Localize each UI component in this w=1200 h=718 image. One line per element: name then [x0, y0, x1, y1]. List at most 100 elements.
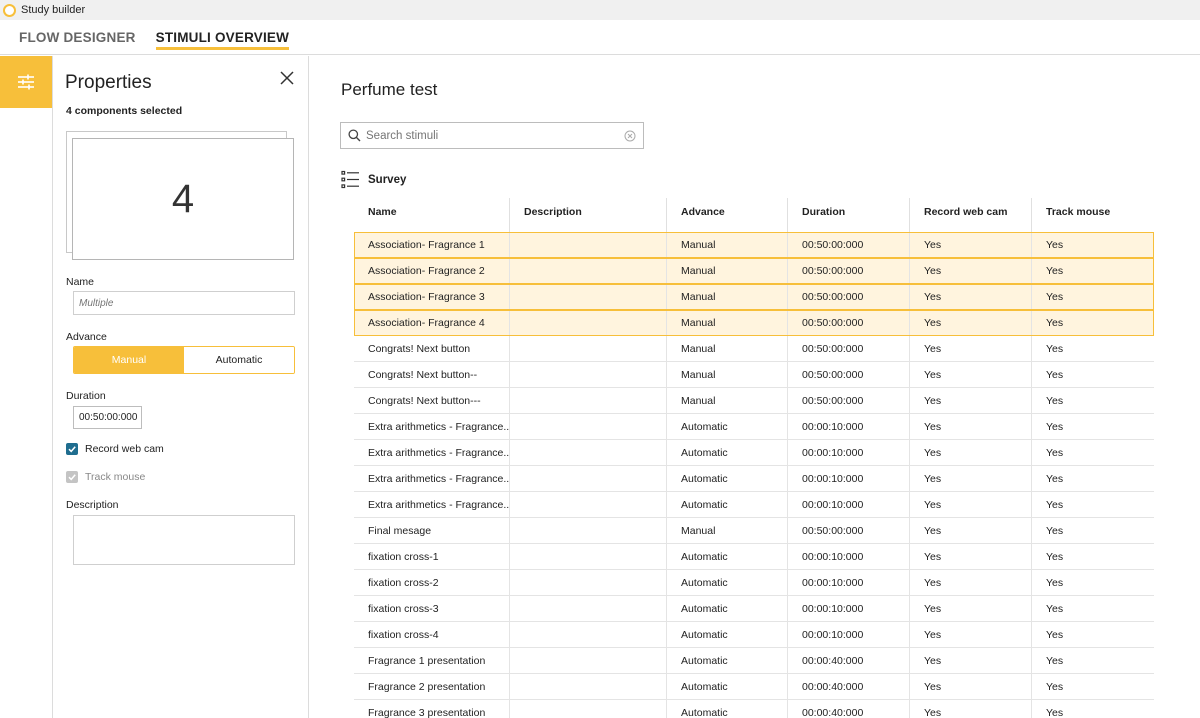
record-webcam-checkbox[interactable]: Record web cam: [66, 443, 164, 455]
cell-record-web-cam: Yes: [910, 362, 1032, 387]
cell-duration: 00:00:10:000: [788, 596, 910, 621]
top-nav: FLOW DESIGNER STIMULI OVERVIEW: [0, 20, 1200, 55]
cell-description: [510, 544, 667, 569]
cell-advance: Automatic: [667, 648, 788, 673]
table-row[interactable]: Extra arithmetics - Fragrance... Automati…: [354, 492, 1154, 518]
cell-track-mouse: Yes: [1046, 602, 1064, 615]
duration-label: Duration: [66, 390, 106, 402]
table-row[interactable]: Fragrance 1 presentation Automatic 00:00:4…: [354, 648, 1154, 674]
clear-search-icon[interactable]: [624, 130, 636, 142]
cell-advance: Manual: [667, 310, 788, 335]
cell-record-web-cam: Yes: [910, 284, 1032, 309]
table-row[interactable]: Association- Fragrance 2 Manual 00:50:00:0…: [354, 258, 1154, 284]
cell-track-mouse: Yes: [1046, 654, 1064, 667]
column-header-record-web-cam[interactable]: Record web cam: [910, 198, 1032, 232]
cell-duration: 00:50:00:000: [788, 518, 910, 543]
table-row[interactable]: Association- Fragrance 4 Manual 00:50:00:0…: [354, 310, 1154, 336]
cell-duration: 00:00:40:000: [788, 648, 910, 673]
tab-stimuli-overview[interactable]: STIMULI OVERVIEW: [155, 30, 290, 54]
table-row[interactable]: Congrats! Next button--- Manual 00:50:00:0…: [354, 388, 1154, 414]
table-row[interactable]: Association- Fragrance 3 Manual 00:50:00:0…: [354, 284, 1154, 310]
column-header-track-mouse[interactable]: Track mouse: [1032, 198, 1154, 232]
cell-advance: Automatic: [667, 700, 788, 718]
tab-flow-designer[interactable]: FLOW DESIGNER: [19, 30, 136, 54]
cell-duration: 00:50:00:000: [788, 284, 910, 309]
cell-advance: Automatic: [667, 414, 788, 439]
cell-advance: Automatic: [667, 596, 788, 621]
cell-description: [510, 388, 667, 413]
cell-track-mouse: Yes: [1046, 680, 1064, 693]
table-row[interactable]: Fragrance 3 presentation Automatic 00:00:4…: [354, 700, 1154, 718]
table-row[interactable]: Extra arithmetics - Fragrance... Automati…: [354, 440, 1154, 466]
table-row[interactable]: fixation cross-1 Automatic 00:00:10:000 Yes…: [354, 544, 1154, 570]
advance-automatic-option[interactable]: Automatic: [184, 347, 294, 373]
cell-advance: Automatic: [667, 466, 788, 491]
table-header: Name Description Advance Duration Record…: [354, 198, 1154, 232]
table-row[interactable]: Extra arithmetics - Fragrance... Automati…: [354, 466, 1154, 492]
cell-duration: 00:00:40:000: [788, 700, 910, 718]
cell-duration: 00:00:10:000: [788, 440, 910, 465]
cell-record-web-cam: Yes: [910, 518, 1032, 543]
cell-advance: Automatic: [667, 622, 788, 647]
properties-toggle-button[interactable]: [0, 56, 52, 108]
cell-name: Extra arithmetics - Fragrance...: [354, 414, 510, 439]
cell-description: [510, 284, 667, 309]
name-label: Name: [66, 276, 95, 288]
table-row[interactable]: Extra arithmetics - Fragrance... Automati…: [354, 414, 1154, 440]
cell-name: Fragrance 2 presentation: [354, 674, 510, 699]
table-row[interactable]: fixation cross-3 Automatic 00:00:10:000 Yes…: [354, 596, 1154, 622]
cell-record-web-cam: Yes: [910, 596, 1032, 621]
cell-track-mouse: Yes: [1046, 550, 1064, 563]
cell-record-web-cam: Yes: [910, 414, 1032, 439]
table-row[interactable]: Congrats! Next button Manual 00:50:00:000 Y…: [354, 336, 1154, 362]
name-field[interactable]: [73, 291, 295, 315]
cell-description: [510, 232, 667, 257]
advance-toggle: Manual Automatic: [73, 346, 295, 374]
properties-panel: Properties 4 components selected 4 Name …: [53, 56, 309, 718]
table-row[interactable]: Fragrance 2 presentation Automatic 00:00:4…: [354, 674, 1154, 700]
cell-name: Association- Fragrance 3: [354, 284, 510, 309]
cell-record-web-cam: Yes: [910, 258, 1032, 283]
cell-track-mouse: Yes: [1046, 316, 1064, 329]
cell-track-mouse: Yes: [1046, 238, 1064, 251]
track-mouse-label: Track mouse: [85, 471, 146, 483]
table-row[interactable]: Association- Fragrance 1 Manual 00:50:00:0…: [354, 232, 1154, 258]
cell-record-web-cam: Yes: [910, 336, 1032, 361]
cell-record-web-cam: Yes: [910, 544, 1032, 569]
selected-count-number: 4: [171, 176, 195, 221]
search-input[interactable]: [366, 129, 616, 142]
cell-track-mouse: Yes: [1046, 368, 1064, 381]
search-icon: [348, 129, 361, 142]
close-properties-button[interactable]: [277, 68, 297, 88]
description-label: Description: [66, 499, 119, 511]
record-webcam-label: Record web cam: [85, 443, 164, 455]
section-title: Survey: [368, 173, 407, 186]
table-row[interactable]: Congrats! Next button-- Manual 00:50:00:00…: [354, 362, 1154, 388]
advance-manual-option[interactable]: Manual: [74, 347, 184, 373]
cell-advance: Automatic: [667, 544, 788, 569]
cell-advance: Automatic: [667, 674, 788, 699]
table-row[interactable]: Final mesage Manual 00:50:00:000 Yes Yes: [354, 518, 1154, 544]
column-header-advance[interactable]: Advance: [667, 198, 788, 232]
cell-record-web-cam: Yes: [910, 232, 1032, 257]
column-header-description[interactable]: Description: [510, 198, 667, 232]
cell-track-mouse: Yes: [1046, 264, 1064, 277]
cell-name: Extra arithmetics - Fragrance...: [354, 466, 510, 491]
column-header-duration[interactable]: Duration: [788, 198, 910, 232]
column-header-name[interactable]: Name: [354, 198, 510, 232]
cell-description: [510, 414, 667, 439]
cell-advance: Automatic: [667, 492, 788, 517]
description-field[interactable]: [73, 515, 295, 565]
table-row[interactable]: fixation cross-4 Automatic 00:00:10:000 Yes…: [354, 622, 1154, 648]
table-row[interactable]: fixation cross-2 Automatic 00:00:10:000 Yes…: [354, 570, 1154, 596]
duration-field[interactable]: [73, 406, 142, 429]
track-mouse-checkbox[interactable]: Track mouse: [66, 471, 145, 483]
cell-description: [510, 518, 667, 543]
cell-duration: 00:00:10:000: [788, 414, 910, 439]
cell-name: Final mesage: [354, 518, 510, 543]
cell-record-web-cam: Yes: [910, 648, 1032, 673]
page-title: Perfume test: [341, 80, 438, 99]
cell-track-mouse: Yes: [1046, 628, 1064, 641]
cell-name: Fragrance 3 presentation: [354, 700, 510, 718]
cell-description: [510, 258, 667, 283]
